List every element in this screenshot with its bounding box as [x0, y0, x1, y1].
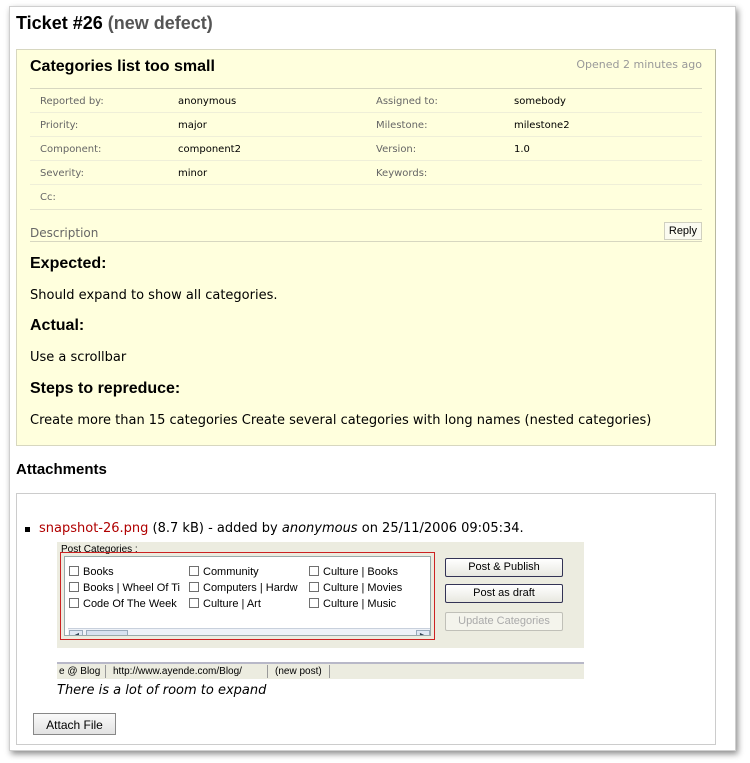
reply-button[interactable]: Reply	[663, 222, 702, 240]
checkbox-icon	[69, 566, 79, 576]
category-item: Culture | Movies	[309, 582, 402, 596]
actual-heading: Actual:	[30, 317, 85, 334]
status-separator	[267, 665, 268, 678]
checkbox-icon	[69, 598, 79, 608]
property-value: minor	[178, 168, 208, 179]
post-publish-button: Post & Publish	[445, 558, 563, 577]
attachment-added-by: - added by	[208, 521, 278, 536]
highlight-frame: Books Community Culture | Books Books | …	[60, 552, 435, 640]
actual-text: Use a scrollbar	[30, 350, 127, 365]
property-label: Assigned to:	[376, 96, 438, 107]
property-label: Milestone:	[376, 120, 428, 131]
opened-date: Opened 2 minutes ago	[576, 58, 702, 71]
attachment-link[interactable]: snapshot-26.png	[39, 521, 148, 536]
property-row: Cc:	[30, 185, 702, 209]
category-item: Computers | Hardw	[189, 582, 298, 596]
status-item: e @ Blog	[59, 666, 101, 677]
category-item: Books	[69, 566, 114, 580]
steps-text: Create more than 15 categories Create se…	[30, 413, 652, 428]
ticket-status: (new defect)	[107, 13, 213, 33]
scroll-thumb	[86, 630, 128, 635]
scroll-right-icon: ▶	[416, 630, 430, 635]
bullet-icon	[25, 527, 30, 532]
status-item: (new post)	[275, 666, 322, 677]
property-row: Reported by: anonymous Assigned to: some…	[30, 89, 702, 113]
category-item: Code Of The Week	[69, 598, 177, 612]
status-separator	[105, 665, 106, 678]
property-row: Severity: minor Keywords:	[30, 161, 702, 185]
horizontal-scrollbar: ◀ ▶	[68, 628, 430, 635]
category-item: Community	[189, 566, 259, 580]
ticket-number: Ticket #26	[16, 13, 103, 33]
property-value: component2	[178, 144, 241, 155]
property-value: major	[178, 120, 207, 131]
property-label: Version:	[376, 144, 417, 155]
category-item: Culture | Music	[309, 598, 396, 612]
page: Ticket #26 (new defect) Categories list …	[9, 6, 736, 751]
property-value: 1.0	[514, 144, 530, 155]
property-row: Priority: major Milestone: milestone2	[30, 113, 702, 137]
checkbox-icon	[309, 598, 319, 608]
categories-list: Books Community Culture | Books Books | …	[64, 556, 431, 636]
screenshot-status-strip: e @ Blog http://www.ayende.com/Blog/ (ne…	[57, 662, 584, 679]
category-item: Books | Wheel Of Ti	[69, 582, 180, 596]
property-label: Reported by:	[40, 96, 104, 107]
property-row: Component: component2 Version: 1.0	[30, 137, 702, 161]
post-draft-button: Post as draft	[445, 584, 563, 603]
checkbox-icon	[309, 566, 319, 576]
ticket-summary: Categories list too small	[30, 58, 215, 75]
ticket-box: Categories list too small Opened 2 minut…	[16, 49, 716, 446]
property-value: somebody	[514, 96, 566, 107]
category-item: Culture | Art	[189, 598, 261, 612]
attachment-date: on 25/11/2006 09:05:34.	[361, 521, 524, 536]
checkbox-icon	[309, 582, 319, 592]
property-value: anonymous	[178, 96, 237, 107]
expected-heading: Expected:	[30, 255, 107, 272]
property-label: Component:	[40, 144, 102, 155]
property-label: Priority:	[40, 120, 79, 131]
attachments-box: snapshot-26.png (8.7 kB) - added by anon…	[16, 493, 716, 745]
scroll-left-icon: ◀	[69, 630, 83, 635]
property-label: Severity:	[40, 168, 84, 179]
status-separator	[329, 665, 330, 678]
attach-file-button[interactable]: Attach File	[33, 713, 116, 735]
checkbox-icon	[69, 582, 79, 592]
steps-heading: Steps to repreduce:	[30, 380, 181, 397]
property-label: Cc:	[40, 192, 56, 203]
description-header: Description Reply	[30, 222, 702, 242]
attachment-size: (8.7 kB)	[152, 521, 204, 536]
attachment-caption: There is a lot of room to expand	[57, 683, 267, 698]
update-categories-button: Update Categories	[445, 612, 563, 631]
property-label: Keywords:	[376, 168, 428, 179]
checkbox-icon	[189, 566, 199, 576]
attachment-screenshot: Post Categories : Books Community Cultur…	[57, 542, 584, 648]
attachment-item: snapshot-26.png (8.7 kB) - added by anon…	[25, 521, 524, 536]
checkbox-icon	[189, 598, 199, 608]
checkbox-icon	[189, 582, 199, 592]
attachments-heading: Attachments	[16, 461, 107, 478]
description-label: Description	[30, 226, 99, 240]
properties-table: Reported by: anonymous Assigned to: some…	[30, 88, 702, 210]
property-value: milestone2	[514, 120, 570, 131]
expected-text: Should expand to show all categories.	[30, 288, 278, 303]
status-item: http://www.ayende.com/Blog/	[113, 666, 242, 677]
ticket-title: Ticket #26 (new defect)	[16, 13, 213, 34]
attachment-author: anonymous	[281, 521, 358, 536]
category-item: Culture | Books	[309, 566, 398, 580]
